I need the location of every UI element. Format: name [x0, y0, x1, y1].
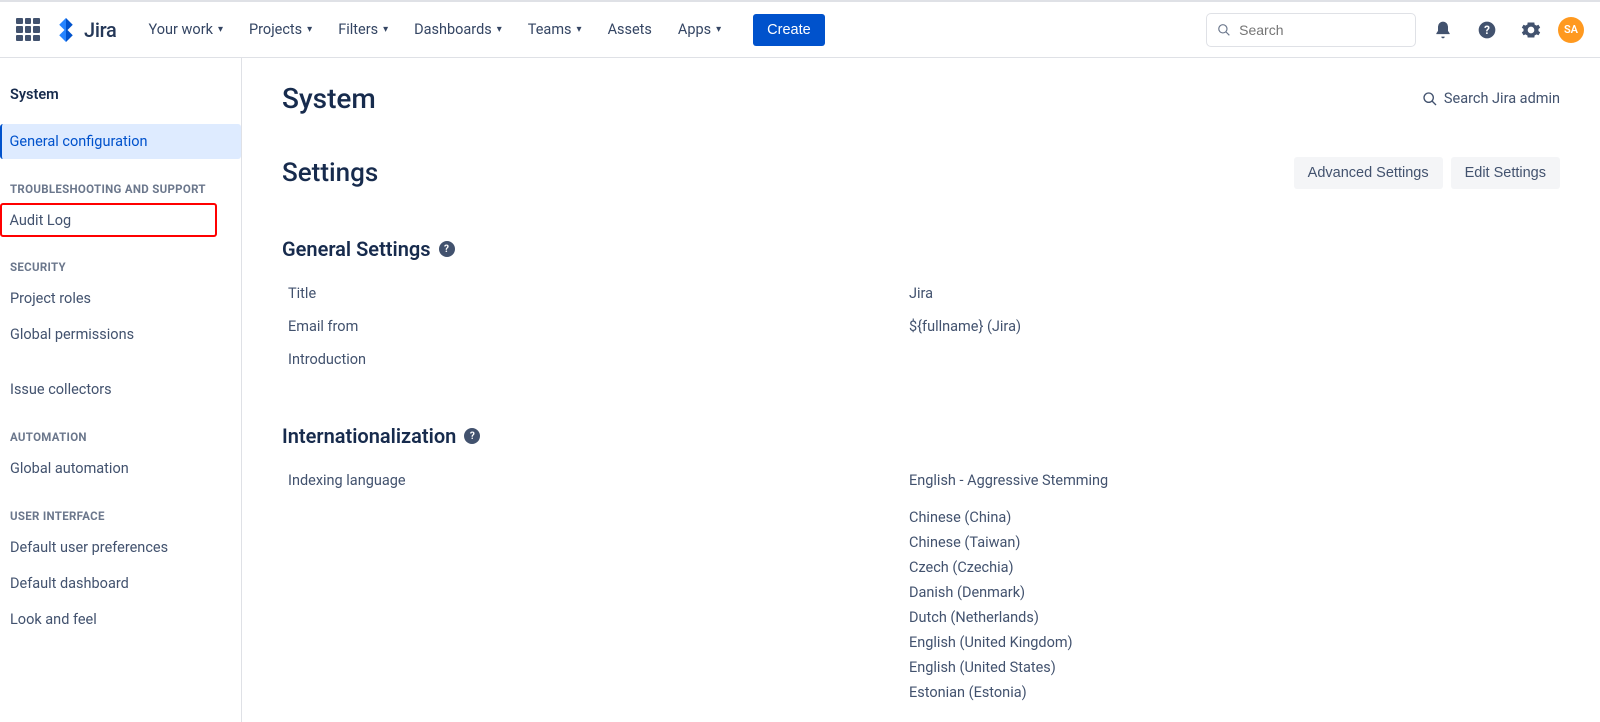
sidebar-section-user-interface: User interface	[0, 487, 241, 529]
sidebar-item-issue-collectors[interactable]: Issue collectors	[0, 372, 241, 407]
sidebar-item-general-configuration[interactable]: General configuration	[0, 124, 241, 159]
search-icon	[1422, 91, 1438, 107]
sidebar-item-look-and-feel[interactable]: Look and feel	[0, 602, 241, 637]
nav-filters[interactable]: Filters▾	[328, 15, 398, 44]
global-search-input[interactable]	[1239, 22, 1405, 38]
chevron-down-icon: ▾	[307, 24, 312, 35]
general-settings-table: Title Jira Email from ${fullname} (Jira)…	[282, 277, 1560, 376]
sidebar-item-audit-log[interactable]: Audit Log	[0, 203, 217, 237]
nav-assets[interactable]: Assets	[598, 15, 662, 44]
help-icon[interactable]: ?	[464, 428, 480, 444]
setting-key: Introduction	[282, 351, 909, 368]
language-list-item: Czech (Czechia)	[909, 555, 1073, 580]
settings-heading: Settings	[282, 158, 378, 188]
sidebar-item-global-automation[interactable]: Global automation	[0, 451, 241, 486]
help-icon[interactable]: ?	[439, 241, 455, 257]
notifications-icon[interactable]	[1426, 13, 1460, 47]
global-search[interactable]	[1206, 13, 1416, 47]
page-title: System	[282, 82, 376, 115]
nav-your-work[interactable]: Your work▾	[139, 15, 233, 44]
search-jira-admin-button[interactable]: Search Jira admin	[1422, 90, 1560, 107]
sidebar-section-security: Security	[0, 238, 241, 280]
user-avatar[interactable]: SA	[1558, 17, 1584, 43]
sidebar-item-default-dashboard[interactable]: Default dashboard	[0, 566, 241, 601]
edit-settings-button[interactable]: Edit Settings	[1451, 157, 1560, 189]
nav-dashboards[interactable]: Dashboards▾	[404, 15, 512, 44]
setting-value: English - Aggressive Stemming	[909, 472, 1108, 489]
advanced-settings-button[interactable]: Advanced Settings	[1294, 157, 1443, 189]
sidebar-section-troubleshooting: Troubleshooting and support	[0, 160, 241, 202]
chevron-down-icon: ▾	[218, 24, 223, 35]
setting-key	[282, 505, 909, 705]
app-switcher-icon[interactable]	[16, 18, 40, 42]
svg-text:?: ?	[1484, 23, 1490, 37]
language-list-item: Chinese (China)	[909, 505, 1073, 530]
sidebar-title: System	[0, 58, 241, 123]
nav-teams[interactable]: Teams▾	[518, 15, 592, 44]
settings-icon[interactable]	[1514, 13, 1548, 47]
internationalization-heading: Internationalization ?	[282, 424, 1560, 448]
main-content: System Search Jira admin Settings Advanc…	[242, 58, 1600, 722]
setting-value: Jira	[909, 285, 933, 302]
search-icon	[1217, 22, 1231, 38]
chevron-down-icon: ▾	[383, 24, 388, 35]
language-list-item: English (United Kingdom)	[909, 630, 1073, 655]
language-list-item: Estonian (Estonia)	[909, 680, 1073, 705]
language-list: Chinese (China)Chinese (Taiwan)Czech (Cz…	[909, 505, 1073, 705]
setting-value: ${fullname} (Jira)	[909, 318, 1021, 335]
primary-nav: Your work▾ Projects▾ Filters▾ Dashboards…	[139, 15, 732, 44]
sidebar-item-project-roles[interactable]: Project roles	[0, 281, 241, 316]
setting-row-email-from: Email from ${fullname} (Jira)	[282, 310, 1560, 343]
general-settings-heading: General Settings ?	[282, 237, 1560, 261]
chevron-down-icon: ▾	[716, 24, 721, 35]
i18n-table: Indexing language English - Aggressive S…	[282, 464, 1560, 713]
create-button[interactable]: Create	[753, 14, 825, 46]
setting-row-introduction: Introduction	[282, 343, 1560, 376]
sidebar-item-default-user-preferences[interactable]: Default user preferences	[0, 530, 241, 565]
sidebar: System General configuration Troubleshoo…	[0, 58, 242, 722]
language-list-item: Danish (Denmark)	[909, 580, 1073, 605]
language-list-item: Dutch (Netherlands)	[909, 605, 1073, 630]
help-icon[interactable]: ?	[1470, 13, 1504, 47]
setting-row-installed-languages: Chinese (China)Chinese (Taiwan)Czech (Cz…	[282, 497, 1560, 713]
language-list-item: English (United States)	[909, 655, 1073, 680]
chevron-down-icon: ▾	[497, 24, 502, 35]
setting-row-title: Title Jira	[282, 277, 1560, 310]
top-navigation: Jira Your work▾ Projects▾ Filters▾ Dashb…	[0, 0, 1600, 58]
nav-apps[interactable]: Apps▾	[668, 15, 731, 44]
sidebar-section-automation: Automation	[0, 408, 241, 450]
setting-row-indexing-language: Indexing language English - Aggressive S…	[282, 464, 1560, 497]
jira-logo-text: Jira	[84, 18, 117, 42]
language-list-item: Chinese (Taiwan)	[909, 530, 1073, 555]
jira-logo[interactable]: Jira	[54, 18, 117, 42]
setting-key: Email from	[282, 318, 909, 335]
setting-key: Indexing language	[282, 472, 909, 489]
jira-logo-icon	[54, 18, 78, 42]
nav-projects[interactable]: Projects▾	[239, 15, 322, 44]
sidebar-item-global-permissions[interactable]: Global permissions	[0, 317, 241, 352]
setting-key: Title	[282, 285, 909, 302]
chevron-down-icon: ▾	[577, 24, 582, 35]
